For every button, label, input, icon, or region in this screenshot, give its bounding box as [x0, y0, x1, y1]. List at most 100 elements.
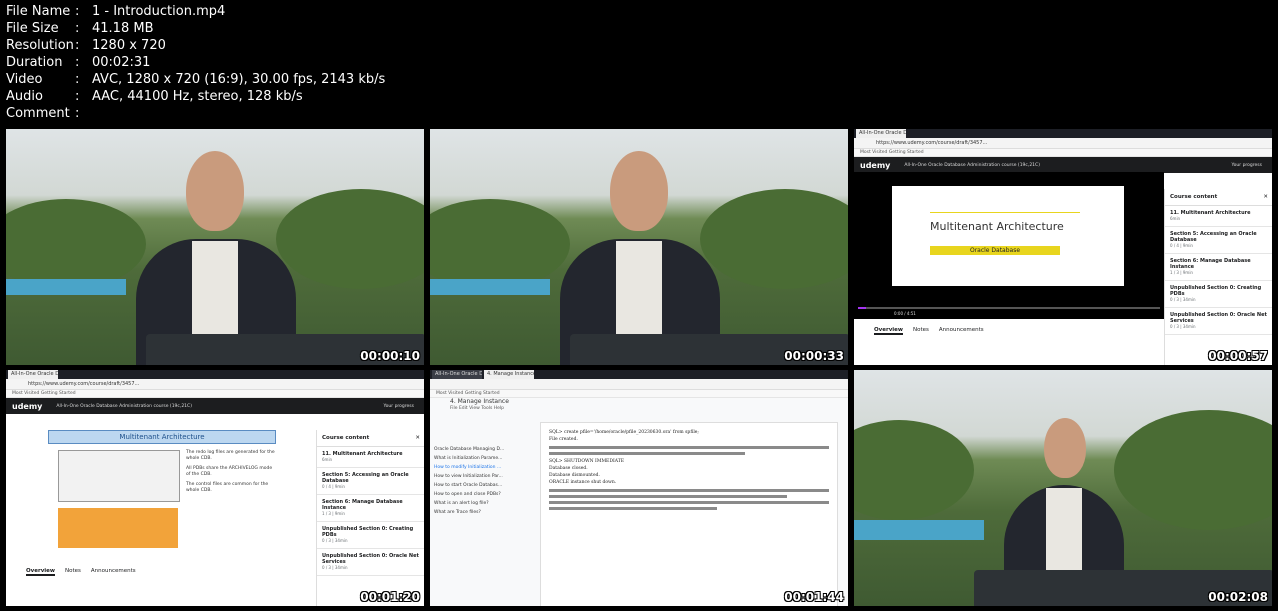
sidebar-item-title: Section 6: Manage Database Instance	[322, 499, 403, 511]
file-info-row: Resolution:1280 x 720	[6, 37, 385, 54]
person-head	[186, 151, 244, 231]
video-frame	[6, 129, 424, 365]
doc-line: File created.	[549, 437, 578, 442]
timestamp: 00:02:08	[1208, 590, 1268, 604]
pool	[430, 279, 550, 295]
sidebar-item-title: Section 5: Accessing an Oracle Database	[322, 472, 409, 484]
diagram-notes: The redo log files are generated for the…	[186, 450, 276, 494]
person-head	[610, 151, 668, 231]
sidebar-item-title: Section 6: Manage Database Instance	[1170, 258, 1251, 270]
bush	[276, 189, 424, 289]
pool	[854, 520, 984, 540]
progress-fill	[858, 307, 866, 309]
sidebar-item[interactable]: Section 5: Accessing an Oracle Database 0…	[317, 468, 424, 495]
udemy-header: udemy All-In-One Oracle Database Adminis…	[6, 398, 424, 414]
diagram-note: The redo log files are generated for the…	[186, 450, 275, 461]
slide-rule	[930, 212, 1080, 213]
outline-item[interactable]: How to modify Initialization ...	[434, 463, 506, 472]
outline-item[interactable]: How to open and close PDBs?	[434, 490, 506, 499]
bush	[1114, 410, 1272, 530]
udemy-logo[interactable]: udemy	[860, 161, 890, 170]
browser-window: All-In-One Oracle Databas... https://www…	[854, 129, 1272, 365]
video-frame	[430, 129, 848, 365]
doc-title[interactable]: 4. Manage Instance	[450, 398, 509, 405]
sidebar-item[interactable]: Unpublished Section 0: Creating PDBs 0 / …	[317, 522, 424, 549]
browser-tab[interactable]: All-In-One Oracle Databas...	[856, 129, 906, 138]
sidebar-item[interactable]: Unpublished Section 0: Creating PDBs 0 / …	[1165, 281, 1272, 308]
sidebar-item[interactable]: Section 5: Accessing an Oracle Database 0…	[1165, 227, 1272, 254]
url-bar[interactable]: https://www.udemy.com/course/draft/3457.…	[854, 138, 1272, 149]
file-info-separator: :	[75, 106, 80, 121]
file-info-row: Comment:	[6, 105, 385, 122]
sidebar-item-meta: 0 / 3 | 34min	[322, 565, 348, 570]
tab-notes[interactable]: Notes	[65, 568, 81, 576]
file-info-row: Duration:00:02:31	[6, 54, 385, 71]
url-bar[interactable]	[430, 379, 848, 390]
video-player[interactable]: Multitenant Architecture Oracle Database…	[854, 172, 1164, 319]
doc-text-placeholder	[549, 452, 745, 455]
sidebar-item[interactable]: 11. Multitenant Architecture 6min	[1165, 206, 1272, 227]
doc-page[interactable]: SQL> create pfile='/home/oracle/pfile_20…	[540, 422, 838, 606]
sidebar-item[interactable]: 11. Multitenant Architecture 6min	[317, 447, 424, 468]
sidebar-item-meta: 1 / 3 | 9min	[322, 511, 345, 516]
sidebar-item[interactable]: Section 6: Manage Database Instance 1 / 3…	[317, 495, 424, 522]
file-info-value: 1280 x 720	[92, 38, 166, 53]
diagram-note: The control files are common for the who…	[186, 482, 269, 493]
sidebar-item-meta: 0 / 4 | 9min	[1170, 243, 1193, 248]
file-info-value: 41.18 MB	[92, 21, 154, 36]
progress-label[interactable]: Your progress	[1232, 163, 1262, 168]
progress-track[interactable]	[858, 307, 1160, 309]
browser-tab[interactable]: 4. Manage Instance - Google...	[484, 370, 534, 379]
close-icon[interactable]: ✕	[1263, 194, 1268, 200]
outline-item[interactable]: What are Trace files?	[434, 508, 506, 517]
person-shirt	[192, 241, 238, 341]
sidebar-item-meta: 1 / 3 | 9min	[1170, 270, 1193, 275]
sidebar-item-meta: 6min	[1170, 216, 1181, 221]
sidebar-item[interactable]: Unpublished Section 0: Oracle Net Servic…	[317, 549, 424, 576]
thumbnail-3[interactable]: All-In-One Oracle Databas... https://www…	[854, 129, 1272, 365]
file-info-separator: :	[75, 38, 80, 53]
thumbnail-2[interactable]: 00:00:33	[430, 129, 848, 365]
doc-line: ORACLE instance shut down.	[549, 480, 617, 485]
file-info-key: Resolution	[6, 38, 74, 53]
doc-menu[interactable]: File Edit View Tools Help	[450, 406, 504, 411]
doc-line: Database dismounted.	[549, 473, 600, 478]
browser-tab[interactable]: All-In-One Oracle Databas...	[8, 370, 58, 379]
sidebar-item-meta: 0 / 4 | 9min	[322, 484, 345, 489]
tab-bar: All-In-One Oracle Databas...	[6, 370, 424, 379]
file-info-key: File Size	[6, 21, 59, 36]
doc-line: SQL> SHUTDOWN IMMEDIATE	[549, 459, 625, 464]
file-info-key: Video	[6, 72, 43, 87]
outline-item[interactable]: How to start Oracle Databas...	[434, 481, 506, 490]
thumbnail-5[interactable]: All-In-One Oracle Databas... 4. Manage I…	[430, 370, 848, 606]
doc-text-placeholder	[549, 501, 829, 504]
tab-bar: All-In-One Oracle Databas... 4. Manage I…	[430, 370, 848, 379]
thumbnail-4[interactable]: All-In-One Oracle Databas... https://www…	[6, 370, 424, 606]
outline-item[interactable]: How to view Initialization Par...	[434, 472, 506, 481]
tab-announcements[interactable]: Announcements	[91, 568, 136, 576]
udemy-logo[interactable]: udemy	[12, 402, 42, 411]
close-icon[interactable]: ✕	[415, 435, 420, 441]
sidebar-item[interactable]: Section 6: Manage Database Instance 1 / 3…	[1165, 254, 1272, 281]
sidebar-item-title: Unpublished Section 0: Creating PDBs	[322, 526, 414, 538]
browser-tab[interactable]: All-In-One Oracle Databas...	[432, 370, 482, 379]
tab-overview[interactable]: Overview	[874, 327, 903, 335]
file-info-key: Duration	[6, 55, 63, 70]
outline-item[interactable]: What is Initialization Parame...	[434, 454, 506, 463]
tab-overview[interactable]: Overview	[26, 568, 55, 576]
sidebar-item[interactable]: Unpublished Section 0: Oracle Net Servic…	[1165, 308, 1272, 335]
tab-announcements[interactable]: Announcements	[939, 327, 984, 335]
outline-item[interactable]: Oracle Database Managing D...	[434, 445, 506, 454]
outline-item[interactable]: What is an alert log file?	[434, 499, 506, 508]
time-readout: 0:00 / 4:51	[894, 311, 916, 316]
video-frame	[854, 370, 1272, 606]
thumbnail-6[interactable]: 00:02:08	[854, 370, 1272, 606]
tab-notes[interactable]: Notes	[913, 327, 929, 335]
course-title: All-In-One Oracle Database Administratio…	[56, 403, 192, 409]
progress-label[interactable]: Your progress	[384, 404, 414, 409]
tab-bar: All-In-One Oracle Databas...	[854, 129, 1272, 138]
thumbnail-1[interactable]: 00:00:10	[6, 129, 424, 365]
url-bar[interactable]: https://www.udemy.com/course/draft/3457.…	[6, 379, 424, 390]
course-tabs: Overview Notes Announcements	[874, 327, 984, 335]
doc-text-placeholder	[549, 446, 829, 449]
